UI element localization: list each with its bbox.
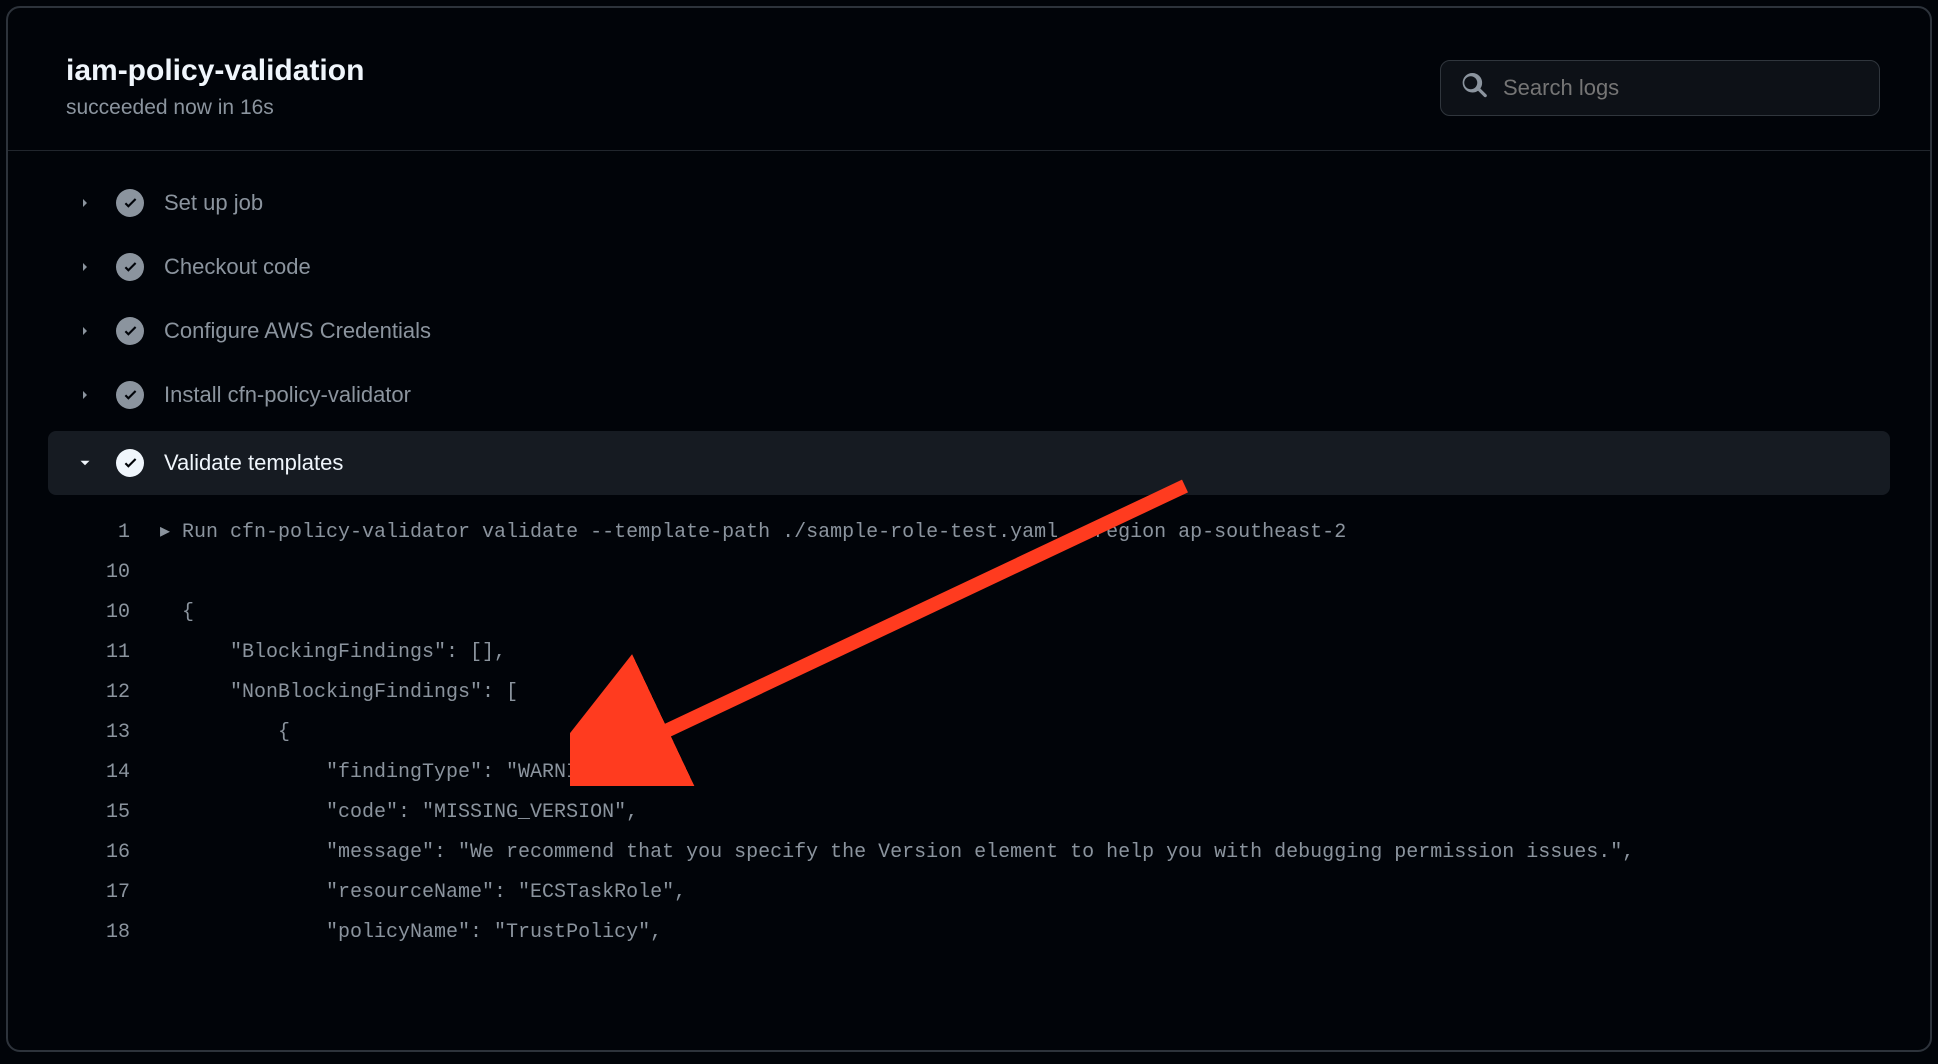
step-label: Validate templates bbox=[164, 450, 343, 476]
step-label: Install cfn-policy-validator bbox=[164, 382, 411, 408]
line-number: 16 bbox=[48, 833, 160, 873]
log-line: 17 "resourceName": "ECSTaskRole", bbox=[48, 873, 1930, 913]
log-line: 13 { bbox=[48, 713, 1930, 753]
check-icon bbox=[116, 253, 144, 281]
log-text: "BlockingFindings": [], bbox=[182, 633, 506, 673]
log-output: 1 ▸ Run cfn-policy-validator validate --… bbox=[48, 495, 1930, 953]
log-line: 16 "message": "We recommend that you spe… bbox=[48, 833, 1930, 873]
log-line: 12 "NonBlockingFindings": [ bbox=[48, 673, 1930, 713]
log-header: iam-policy-validation succeeded now in 1… bbox=[8, 8, 1930, 151]
step-checkout-code[interactable]: Checkout code bbox=[8, 235, 1930, 299]
check-icon bbox=[116, 317, 144, 345]
search-input[interactable] bbox=[1503, 75, 1859, 101]
step-validate-templates[interactable]: Validate templates bbox=[48, 431, 1890, 495]
step-set-up-job[interactable]: Set up job bbox=[8, 171, 1930, 235]
step-label: Configure AWS Credentials bbox=[164, 318, 431, 344]
log-text: { bbox=[182, 713, 290, 753]
chevron-right-icon bbox=[74, 320, 96, 342]
log-text: "findingType": "WARNING", bbox=[182, 753, 626, 793]
line-number: 15 bbox=[48, 793, 160, 833]
expand-caret-icon[interactable]: ▸ bbox=[160, 513, 182, 553]
step-configure-aws-credentials[interactable]: Configure AWS Credentials bbox=[8, 299, 1930, 363]
log-text: "policyName": "TrustPolicy", bbox=[182, 913, 662, 953]
step-install-cfn-policy-validator[interactable]: Install cfn-policy-validator bbox=[8, 363, 1930, 427]
log-text: { bbox=[182, 593, 194, 633]
steps-list: Set up job Checkout code Configure AWS C… bbox=[8, 151, 1930, 953]
log-line: 15 "code": "MISSING_VERSION", bbox=[48, 793, 1930, 833]
search-icon bbox=[1461, 73, 1503, 104]
step-label: Checkout code bbox=[164, 254, 311, 280]
search-logs-box[interactable] bbox=[1440, 60, 1880, 116]
chevron-right-icon bbox=[74, 384, 96, 406]
line-number: 10 bbox=[48, 593, 160, 633]
check-icon bbox=[116, 381, 144, 409]
log-text: Run cfn-policy-validator validate --temp… bbox=[182, 513, 1346, 553]
log-line: 14 "findingType": "WARNING", bbox=[48, 753, 1930, 793]
job-status: succeeded now in 16s bbox=[66, 96, 364, 120]
log-line: 11 "BlockingFindings": [], bbox=[48, 633, 1930, 673]
log-text: "NonBlockingFindings": [ bbox=[182, 673, 518, 713]
log-text: "resourceName": "ECSTaskRole", bbox=[182, 873, 686, 913]
line-number: 11 bbox=[48, 633, 160, 673]
line-number: 14 bbox=[48, 753, 160, 793]
chevron-right-icon bbox=[74, 192, 96, 214]
line-number: 12 bbox=[48, 673, 160, 713]
step-label: Set up job bbox=[164, 190, 263, 216]
log-line[interactable]: 1 ▸ Run cfn-policy-validator validate --… bbox=[48, 513, 1930, 553]
log-text: "message": "We recommend that you specif… bbox=[182, 833, 1634, 873]
chevron-down-icon bbox=[74, 452, 96, 474]
job-title: iam-policy-validation bbox=[66, 54, 364, 88]
line-number: 13 bbox=[48, 713, 160, 753]
line-number: 17 bbox=[48, 873, 160, 913]
line-number: 10 bbox=[48, 553, 160, 593]
log-line: 18 "policyName": "TrustPolicy", bbox=[48, 913, 1930, 953]
check-icon bbox=[116, 449, 144, 477]
log-line: 10 { bbox=[48, 593, 1930, 633]
log-text: "code": "MISSING_VERSION", bbox=[182, 793, 638, 833]
line-number: 18 bbox=[48, 913, 160, 953]
log-line: 10 bbox=[48, 553, 1930, 593]
check-icon bbox=[116, 189, 144, 217]
chevron-right-icon bbox=[74, 256, 96, 278]
line-number: 1 bbox=[48, 513, 160, 553]
